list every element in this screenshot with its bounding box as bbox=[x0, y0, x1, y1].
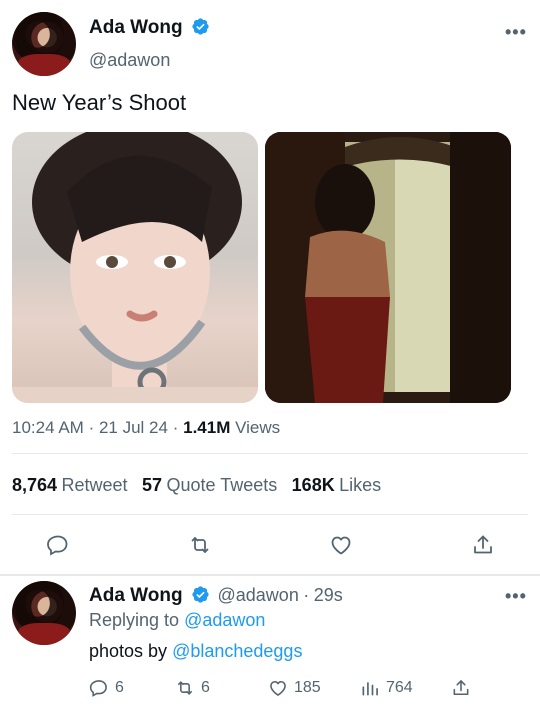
replying-to-handle[interactable]: @adawon bbox=[184, 610, 265, 630]
views-count: 1.41M bbox=[183, 418, 231, 437]
reply-author-avatar[interactable] bbox=[12, 581, 76, 645]
retweets-count: 8,764 bbox=[12, 475, 58, 495]
reply-share-button[interactable] bbox=[451, 678, 471, 698]
photo-2-illustration bbox=[265, 132, 511, 403]
reply-age[interactable]: 29s bbox=[314, 585, 343, 605]
meta-separator: · bbox=[88, 418, 95, 437]
reply-text-prefix: photos by bbox=[89, 641, 168, 661]
likes-stat[interactable]: 168K Likes bbox=[291, 475, 382, 495]
reply-like-button[interactable]: 185 bbox=[268, 678, 321, 698]
tweet-meta: 10:24 AM · 21 Jul 24 · 1.41M Views bbox=[12, 418, 280, 438]
like-icon bbox=[270, 680, 286, 696]
like-button[interactable] bbox=[319, 530, 363, 560]
author-name-row[interactable]: Ada Wong bbox=[89, 17, 210, 41]
divider bbox=[12, 453, 528, 454]
reply-retweet-button[interactable]: 6 bbox=[175, 678, 210, 698]
reply-author-name[interactable]: Ada Wong bbox=[89, 585, 183, 606]
tweet-time[interactable]: 10:24 AM bbox=[12, 418, 84, 437]
verified-badge-icon bbox=[192, 586, 209, 603]
tweet-photo-1[interactable] bbox=[12, 132, 258, 403]
divider bbox=[0, 574, 540, 576]
avatar-scarf bbox=[18, 53, 70, 76]
replying-to: Replying to @adawon bbox=[89, 610, 265, 631]
tweet-text: New Year’s Shoot bbox=[12, 90, 187, 115]
meta-separator: · bbox=[172, 418, 179, 437]
retweet-icon bbox=[177, 681, 193, 695]
retweet-button[interactable] bbox=[178, 530, 222, 560]
reply-author-handle[interactable]: @adawon bbox=[218, 585, 299, 605]
tweet-date[interactable]: 21 Jul 24 bbox=[99, 418, 168, 437]
reply-icon bbox=[89, 680, 107, 697]
likes-label: Likes bbox=[339, 475, 382, 495]
like-icon bbox=[331, 536, 351, 555]
share-button[interactable] bbox=[461, 530, 505, 560]
reply-header: Ada Wong @adawon · 29s bbox=[89, 585, 343, 607]
share-icon bbox=[453, 680, 469, 696]
views-icon bbox=[362, 682, 378, 696]
quotes-stat[interactable]: 57 Quote Tweets bbox=[142, 475, 282, 495]
reply-separator: · bbox=[303, 585, 310, 605]
author-avatar[interactable] bbox=[12, 12, 76, 76]
reply-likes-count: 185 bbox=[294, 679, 321, 696]
replying-to-prefix: Replying to bbox=[89, 610, 180, 630]
reply-replies-count: 6 bbox=[115, 679, 124, 696]
retweets-label: Retweet bbox=[61, 475, 128, 495]
retweets-stat[interactable]: 8,764 Retweet bbox=[12, 475, 132, 495]
reply-retweets-count: 6 bbox=[201, 679, 210, 696]
reply-more-icon[interactable]: ••• bbox=[505, 586, 527, 607]
tweet-stats: 8,764 Retweet 57 Quote Tweets 168K Likes bbox=[12, 475, 381, 496]
reply-icon bbox=[47, 535, 68, 556]
share-icon bbox=[474, 535, 492, 554]
tweet-photo-2[interactable] bbox=[265, 132, 511, 403]
avatar-scarf bbox=[18, 622, 70, 645]
author-name[interactable]: Ada Wong bbox=[89, 17, 183, 38]
more-icon[interactable]: ••• bbox=[505, 22, 527, 43]
reply-mention[interactable]: @blanchedeggs bbox=[172, 641, 302, 661]
divider bbox=[12, 514, 528, 515]
verified-badge-icon bbox=[192, 18, 209, 35]
likes-count: 168K bbox=[291, 475, 335, 495]
retweet-icon bbox=[191, 537, 209, 553]
reply-text: photos by @blanchedeggs bbox=[89, 641, 302, 662]
photo-1-illustration bbox=[12, 132, 258, 403]
reply-views-button[interactable]: 764 bbox=[360, 678, 413, 698]
quotes-count: 57 bbox=[142, 475, 163, 495]
reply-views-count: 764 bbox=[386, 679, 413, 696]
reply-button[interactable] bbox=[36, 530, 80, 560]
views-label: Views bbox=[235, 418, 281, 437]
quotes-label: Quote Tweets bbox=[166, 475, 278, 495]
author-handle[interactable]: @adawon bbox=[89, 50, 170, 71]
reply-reply-button[interactable]: 6 bbox=[89, 678, 124, 698]
